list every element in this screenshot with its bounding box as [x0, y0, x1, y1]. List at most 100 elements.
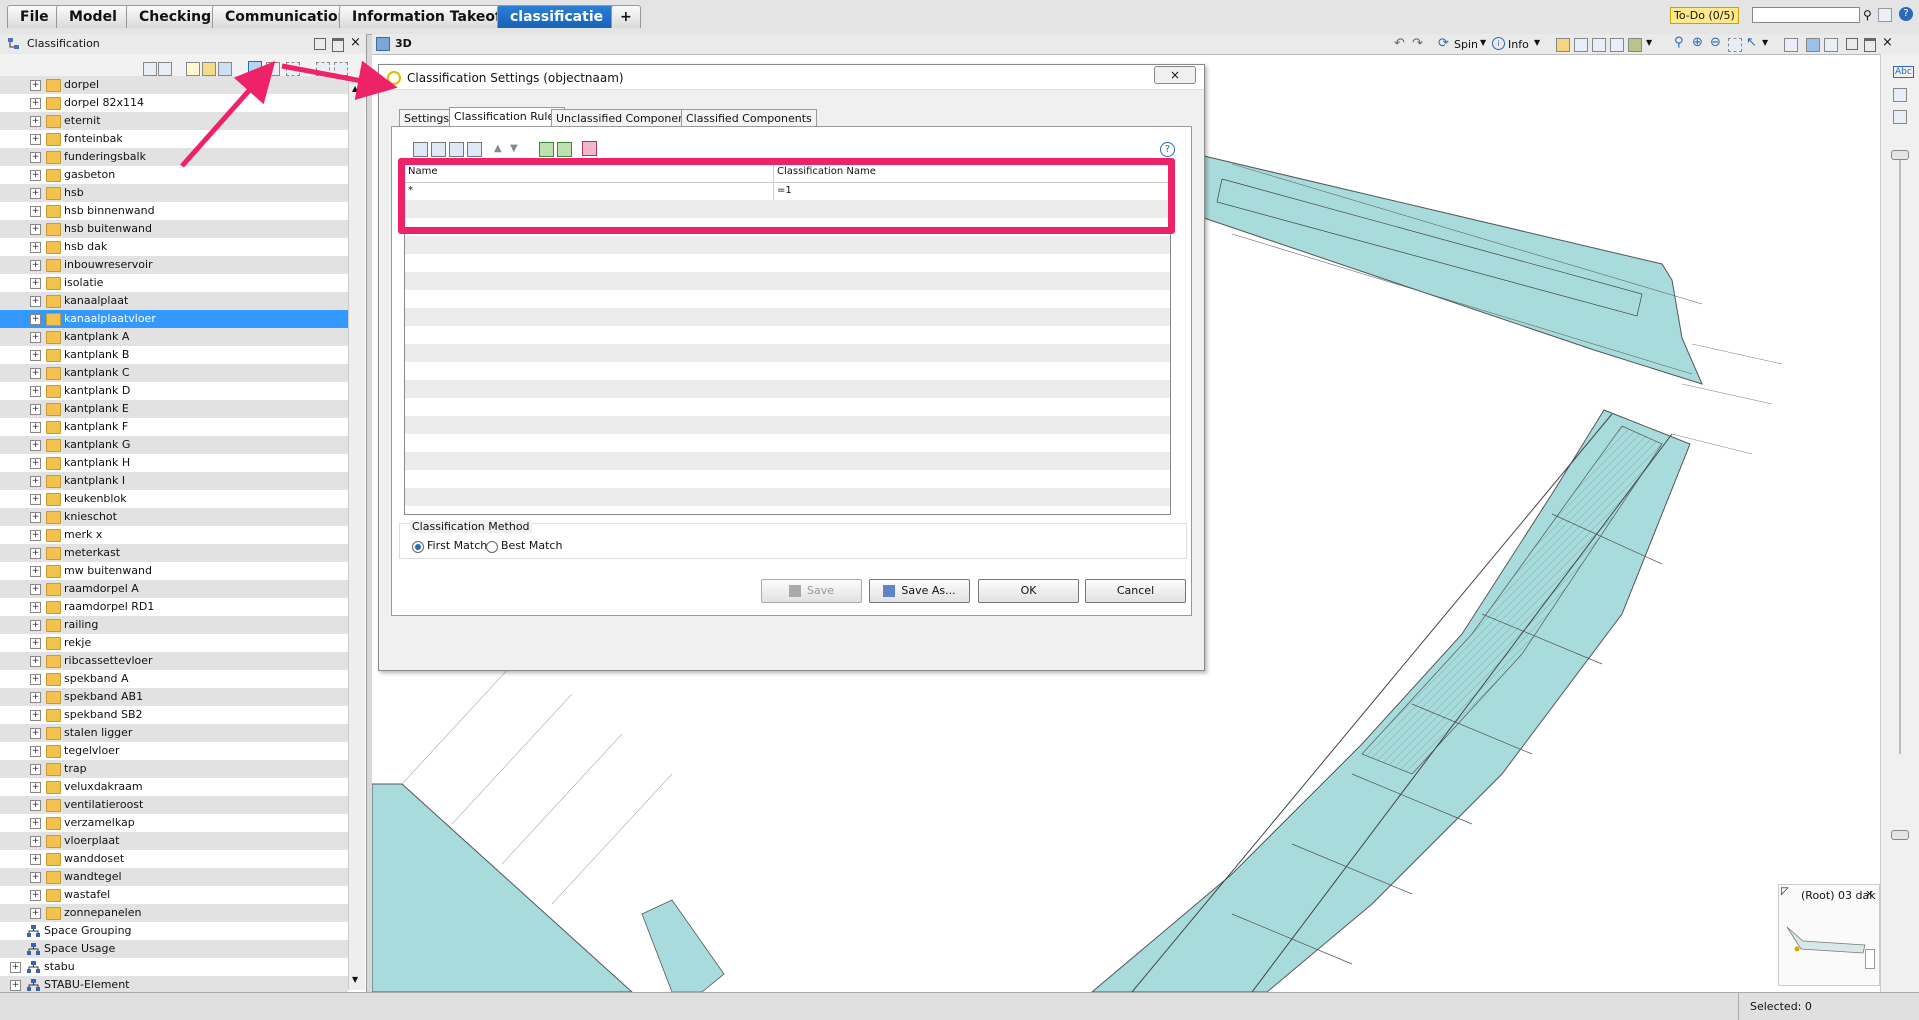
expand-icon[interactable]: +: [30, 296, 41, 307]
column-classification-name[interactable]: Classification Name: [774, 162, 1167, 182]
list-icon[interactable]: [266, 62, 280, 76]
expand-icon[interactable]: +: [30, 710, 41, 721]
view-maximize-icon[interactable]: [1864, 38, 1876, 52]
expand-icon[interactable]: +: [30, 476, 41, 487]
tree-item[interactable]: + hsb dak: [0, 238, 348, 256]
section-icon[interactable]: [1784, 38, 1798, 52]
tree-icon[interactable]: [143, 62, 157, 76]
tree-item[interactable]: + meterkast: [0, 544, 348, 562]
view-minimize-icon[interactable]: [1846, 38, 1858, 50]
tree-item[interactable]: + kantplank E: [0, 400, 348, 418]
tree-item[interactable]: + kantplank F: [0, 418, 348, 436]
rule-name-cell[interactable]: *: [405, 182, 774, 200]
tree-item[interactable]: + wanddoset: [0, 850, 348, 868]
navigator-close-icon[interactable]: ×: [1865, 887, 1874, 900]
grid-icon[interactable]: [1893, 88, 1907, 102]
tree-item[interactable]: + knieschot: [0, 508, 348, 526]
expand-icon[interactable]: +: [30, 152, 41, 163]
expand-icon[interactable]: +: [30, 80, 41, 91]
tree-edit-icon[interactable]: [158, 62, 172, 76]
help-icon[interactable]: ?: [1160, 142, 1175, 157]
cancel-button[interactable]: Cancel: [1085, 579, 1186, 603]
expand-icon[interactable]: +: [30, 404, 41, 415]
expand-icon[interactable]: +: [30, 638, 41, 649]
expand-icon[interactable]: +: [30, 728, 41, 739]
todo-badge[interactable]: To-Do (0/5): [1670, 7, 1739, 24]
tab-checking[interactable]: Checking: [126, 5, 225, 28]
expand-icon[interactable]: +: [30, 494, 41, 505]
tree-item[interactable]: + mw buitenwand: [0, 562, 348, 580]
expand-icon[interactable]: +: [30, 620, 41, 631]
expand-icon[interactable]: +: [30, 242, 41, 253]
tree-item[interactable]: + raamdorpel A: [0, 580, 348, 598]
tree-item[interactable]: + kanaalplaatvloer: [0, 310, 348, 328]
tree-item[interactable]: + spekband A: [0, 670, 348, 688]
tree-item[interactable]: + dorpel: [0, 76, 348, 94]
expand-icon[interactable]: +: [30, 386, 41, 397]
expand-icon[interactable]: +: [30, 836, 41, 847]
info-dropdown-icon[interactable]: ▼: [1534, 38, 1540, 47]
import-icon[interactable]: [539, 142, 554, 157]
tree-item[interactable]: + kantplank I: [0, 472, 348, 490]
tree-item[interactable]: + kantplank A: [0, 328, 348, 346]
tree-item[interactable]: + keukenblok: [0, 490, 348, 508]
expand-icon[interactable]: +: [30, 332, 41, 343]
expand-icon[interactable]: +: [30, 656, 41, 667]
zoom-out-icon[interactable]: ⊖: [1710, 35, 1721, 50]
view-dropdown-icon[interactable]: ▼: [1646, 38, 1652, 47]
tree-item[interactable]: + kantplank B: [0, 346, 348, 364]
view-cube-icon[interactable]: [1556, 38, 1570, 52]
dialog-close-button[interactable]: ×: [1154, 66, 1196, 84]
binoculars-icon[interactable]: ⚲: [1863, 8, 1872, 22]
expand-icon[interactable]: +: [30, 908, 41, 919]
view-shaded-icon[interactable]: [1628, 38, 1642, 52]
expand-icon[interactable]: +: [30, 350, 41, 361]
expand-icon[interactable]: +: [30, 116, 41, 127]
tree-item[interactable]: + ribcassettevloer: [0, 652, 348, 670]
expand-icon[interactable]: +: [30, 674, 41, 685]
folder-icon[interactable]: [218, 62, 232, 76]
scroll-down-icon[interactable]: ▼: [352, 975, 358, 984]
save-button[interactable]: Save: [761, 579, 862, 603]
tree-item[interactable]: + merk x: [0, 526, 348, 544]
tab-file[interactable]: File: [7, 5, 62, 28]
expand-icon[interactable]: +: [10, 980, 21, 991]
view-iso-icon[interactable]: [1610, 38, 1624, 52]
view-front-icon[interactable]: [1574, 38, 1588, 52]
tree-item[interactable]: + kanaalplaat: [0, 292, 348, 310]
tree-item[interactable]: + dorpel 82x114: [0, 94, 348, 112]
expand-icon[interactable]: +: [30, 818, 41, 829]
expand-icon[interactable]: +: [30, 602, 41, 613]
info-icon[interactable]: i: [1492, 37, 1505, 50]
tree-root-item[interactable]: Space Grouping: [0, 922, 348, 940]
tree-item[interactable]: + rekje: [0, 634, 348, 652]
tree-item[interactable]: + fonteinbak: [0, 130, 348, 148]
slider-handle-bottom[interactable]: [1891, 830, 1909, 840]
expand-icon[interactable]: +: [30, 746, 41, 757]
spin-button[interactable]: Spin: [1454, 38, 1478, 51]
table-row[interactable]: * =1: [405, 182, 1170, 200]
close-icon[interactable]: ×: [350, 35, 361, 50]
tree-item[interactable]: + kantplank G: [0, 436, 348, 454]
tree-item[interactable]: + stalen ligger: [0, 724, 348, 742]
best-match-radio[interactable]: [486, 541, 498, 553]
tree-item[interactable]: + kantplank C: [0, 364, 348, 382]
tree-scrollbar[interactable]: ▲ ▼: [348, 82, 365, 990]
expand-icon[interactable]: +: [30, 854, 41, 865]
spin-icon[interactable]: ⟳: [1438, 36, 1449, 51]
tree-item[interactable]: + railing: [0, 616, 348, 634]
classification-settings-icon[interactable]: [248, 61, 262, 75]
tree-item[interactable]: + tegelvloer: [0, 742, 348, 760]
expand-icon[interactable]: +: [30, 206, 41, 217]
delete-rule-icon[interactable]: [449, 142, 464, 157]
tree-item[interactable]: + inbouwreservoir: [0, 256, 348, 274]
expand-icon[interactable]: +: [30, 890, 41, 901]
add-rule-icon[interactable]: [413, 142, 428, 157]
layout-icon[interactable]: [1878, 8, 1892, 22]
move-up-icon[interactable]: ▲: [494, 143, 502, 154]
first-match-radio[interactable]: [412, 541, 424, 553]
expand-icon[interactable]: +: [30, 134, 41, 145]
export-icon[interactable]: [557, 142, 572, 157]
scroll-up-icon[interactable]: ▲: [352, 84, 358, 93]
tree-item[interactable]: + spekband AB1: [0, 688, 348, 706]
